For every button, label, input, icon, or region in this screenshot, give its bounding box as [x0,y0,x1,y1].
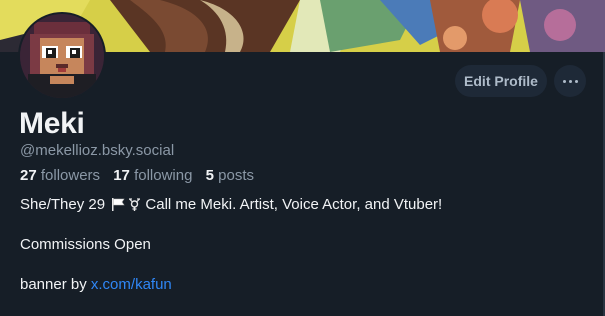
avatar-pixel-character [20,14,104,98]
following-count: 17 [113,167,130,184]
followers-label: followers [40,167,101,184]
white-flag-icon [112,198,125,211]
ellipsis-icon [562,79,578,83]
transgender-symbol-icon [129,198,141,211]
following-label: following [134,167,193,184]
posts-label: posts [218,167,254,184]
bio-description: Call me Meki. Artist, Voice Actor, and V… [145,196,443,213]
followers-stat[interactable]: 27 followers [20,167,100,184]
posts-stat: 5 posts [206,167,254,184]
profile-bio: She/They 29 Call me Meki. Artist, Voice … [20,196,590,294]
bio-line-2: Commissions Open [20,236,151,253]
profile-stats: 27 followers 17 following 5 posts [20,167,263,185]
banner-credit-link[interactable]: x.com/kafun [91,276,172,293]
bio-line-3: banner by x.com/kafun [20,276,590,294]
following-stat[interactable]: 17 following [113,167,192,184]
edit-profile-button[interactable]: Edit Profile [455,65,547,97]
display-name: Meki [19,107,85,140]
more-options-button[interactable] [554,65,586,97]
banner-credit-label: banner by [20,276,87,293]
bio-line-1: She/They 29 Call me Meki. Artist, Voice … [20,196,590,214]
bio-pronouns-age: She/They 29 [20,196,106,213]
followers-count: 27 [20,167,37,184]
posts-count: 5 [205,167,214,184]
avatar[interactable] [18,12,106,100]
profile-handle: @mekellioz.bsky.social [20,142,175,159]
